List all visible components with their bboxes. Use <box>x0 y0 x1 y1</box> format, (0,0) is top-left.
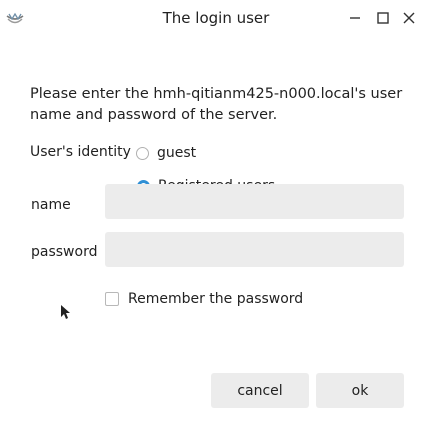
name-input[interactable] <box>105 184 404 219</box>
guest-radio[interactable] <box>136 146 149 160</box>
guest-label: guest <box>157 145 197 161</box>
remember-checkbox[interactable] <box>105 292 119 306</box>
mouse-cursor-icon <box>60 304 72 324</box>
window-title: The login user <box>162 9 270 27</box>
minimize-button[interactable] <box>343 6 367 30</box>
ok-button[interactable]: ok <box>316 373 404 408</box>
guest-radio-option[interactable]: guest <box>136 145 196 161</box>
password-label: password <box>31 244 98 260</box>
cancel-button[interactable]: cancel <box>211 373 309 408</box>
remember-label: Remember the password <box>128 291 304 307</box>
close-icon <box>403 12 415 24</box>
remember-password-option[interactable]: Remember the password <box>105 291 303 307</box>
identity-label: User's identity <box>30 144 131 160</box>
maximize-icon <box>377 12 389 24</box>
dialog-prompt: Please enter the hmh-qitianm425-n000.loc… <box>30 86 403 123</box>
name-label: name <box>31 197 71 213</box>
minimize-icon <box>350 17 360 19</box>
close-button[interactable] <box>397 6 421 30</box>
password-input[interactable] <box>105 232 404 267</box>
maximize-button[interactable] <box>371 6 395 30</box>
